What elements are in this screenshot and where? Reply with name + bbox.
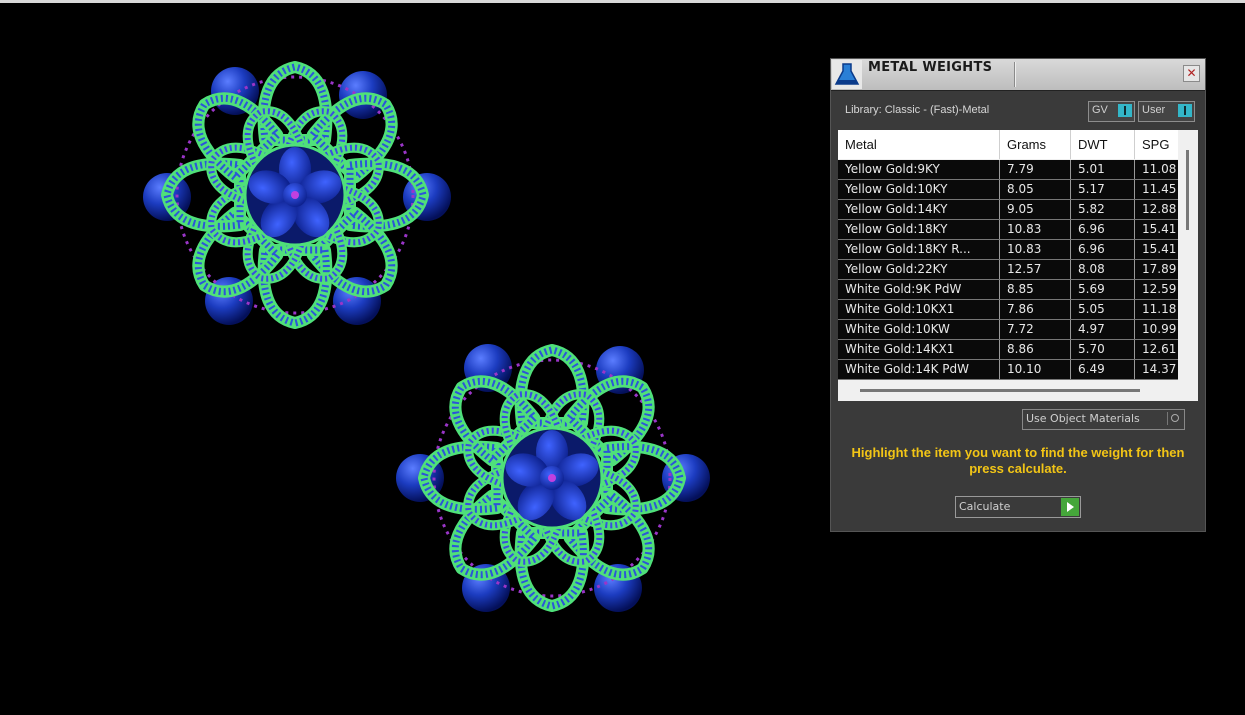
cell-dwt: 5.70 — [1071, 340, 1135, 359]
cell-metal: White Gold:9K PdW — [838, 280, 1000, 299]
cell-spg: 17.89 — [1142, 262, 1177, 276]
metal-weights-panel: METAL WEIGHTS ✕ Library: Classic - (Fast… — [830, 58, 1206, 532]
table-row[interactable]: White Gold:10KX1 7.86 5.05 11.18 — [838, 300, 1178, 320]
cell-grams: 8.05 — [1000, 180, 1071, 199]
vertical-scrollbar[interactable] — [1186, 150, 1189, 230]
cell-dwt: 5.82 — [1071, 200, 1135, 219]
instruction-text: Highlight the item you want to find the … — [851, 445, 1185, 476]
cell-grams: 9.05 — [1000, 200, 1071, 219]
table-body: Yellow Gold:9KY 7.79 5.01 11.08 Yellow Gold:… — [838, 160, 1178, 380]
cell-dwt: 6.96 — [1071, 240, 1135, 259]
panel-titlebar[interactable]: METAL WEIGHTS ✕ — [831, 59, 1205, 91]
table-row[interactable]: Yellow Gold:18KY 10.83 6.96 15.41 — [838, 220, 1178, 240]
table-row[interactable]: Yellow Gold:10KY 8.05 5.17 11.45 — [838, 180, 1178, 200]
cell-grams: 10.83 — [1000, 220, 1071, 239]
cell-grams: 7.72 — [1000, 320, 1071, 339]
cell-metal: Yellow Gold:22KY — [838, 260, 1000, 279]
cell-spg: 11.18 — [1142, 302, 1177, 316]
select-toggle-icon — [1167, 412, 1182, 425]
table-row[interactable]: Yellow Gold:22KY 12.57 8.08 17.89 — [838, 260, 1178, 280]
cell-metal: White Gold:14KX1 — [838, 340, 1000, 359]
cell-dwt: 5.17 — [1071, 180, 1135, 199]
table-row[interactable]: White Gold:14K PdW 10.10 6.49 14.37 — [838, 360, 1178, 380]
cell-dwt: 5.01 — [1071, 160, 1135, 179]
metal-table[interactable]: Metal Grams DWT SPG Yellow Gold:9KY 7.79 5… — [838, 130, 1198, 401]
dropdown-arrow-icon — [1118, 104, 1132, 117]
horizontal-scrollbar[interactable] — [860, 389, 1140, 392]
table-row[interactable]: Yellow Gold:9KY 7.79 5.01 11.08 — [838, 160, 1178, 180]
table-row[interactable]: White Gold:9K PdW 8.85 5.69 12.59 — [838, 280, 1178, 300]
cell-dwt: 6.96 — [1071, 220, 1135, 239]
close-icon[interactable]: ✕ — [1183, 65, 1200, 82]
cell-dwt: 5.69 — [1071, 280, 1135, 299]
cell-grams: 7.86 — [1000, 300, 1071, 319]
cell-grams: 7.79 — [1000, 160, 1071, 179]
column-header-metal[interactable]: Metal — [838, 130, 1000, 159]
table-header: Metal Grams DWT SPG — [838, 130, 1178, 159]
dropdown-arrow-icon — [1178, 104, 1192, 117]
column-header-dwt[interactable]: DWT — [1071, 130, 1135, 159]
play-icon — [1061, 498, 1079, 516]
cell-metal: White Gold:10KW — [838, 320, 1000, 339]
title-divider — [1014, 62, 1016, 87]
calculate-button[interactable]: Calculate — [955, 496, 1081, 518]
panel-title: METAL WEIGHTS — [868, 60, 993, 75]
materials-select-value: Use Object Materials — [1026, 412, 1140, 425]
cell-dwt: 8.08 — [1071, 260, 1135, 279]
cell-dwt: 5.05 — [1071, 300, 1135, 319]
gv-dropdown[interactable]: GV — [1088, 101, 1135, 122]
table-row[interactable]: Yellow Gold:14KY 9.05 5.82 12.88 — [838, 200, 1178, 220]
cell-dwt: 6.49 — [1071, 360, 1135, 379]
cell-metal: White Gold:14K PdW — [838, 360, 1000, 379]
cell-grams: 8.85 — [1000, 280, 1071, 299]
table-row[interactable]: Yellow Gold:18KY R... 10.83 6.96 15.41 — [838, 240, 1178, 260]
cell-metal: Yellow Gold:18KY — [838, 220, 1000, 239]
cell-spg: 14.37 — [1142, 362, 1177, 376]
cell-grams: 10.10 — [1000, 360, 1071, 379]
cell-metal: Yellow Gold:9KY — [838, 160, 1000, 179]
cell-spg: 12.59 — [1142, 282, 1177, 296]
cell-spg: 10.99 — [1142, 322, 1177, 336]
flask-icon — [832, 60, 862, 89]
cell-dwt: 4.97 — [1071, 320, 1135, 339]
cell-metal: Yellow Gold:18KY R... — [838, 240, 1000, 259]
cell-grams: 10.83 — [1000, 240, 1071, 259]
cell-spg: 15.41 — [1142, 242, 1177, 256]
user-dropdown[interactable]: User — [1138, 101, 1195, 122]
cell-grams: 12.57 — [1000, 260, 1071, 279]
cell-metal: White Gold:10KX1 — [838, 300, 1000, 319]
materials-select[interactable]: Use Object Materials — [1022, 409, 1185, 430]
cell-metal: Yellow Gold:10KY — [838, 180, 1000, 199]
calculate-label: Calculate — [959, 500, 1011, 513]
column-header-grams[interactable]: Grams — [1000, 130, 1071, 159]
library-label: Library: Classic - (Fast)-Metal — [845, 104, 990, 116]
user-dropdown-value: User — [1142, 104, 1166, 116]
table-row[interactable]: White Gold:14KX1 8.86 5.70 12.61 — [838, 340, 1178, 360]
table-row[interactable]: White Gold:10KW 7.72 4.97 10.99 — [838, 320, 1178, 340]
cell-spg: 12.61 — [1142, 342, 1177, 356]
gv-dropdown-value: GV — [1092, 104, 1108, 116]
cell-metal: Yellow Gold:14KY — [838, 200, 1000, 219]
cell-grams: 8.86 — [1000, 340, 1071, 359]
